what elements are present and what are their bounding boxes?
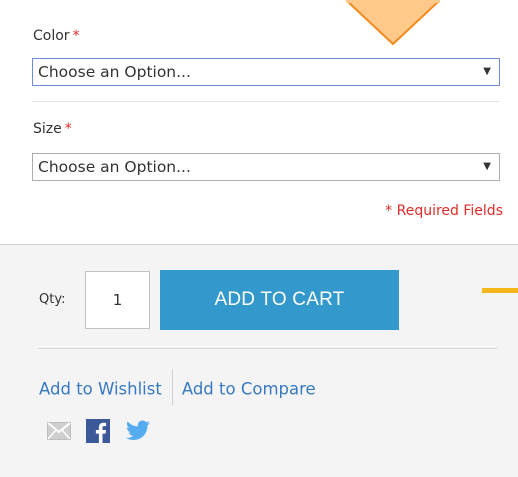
callout-dash (482, 288, 518, 293)
size-label: Size * (33, 121, 72, 137)
twitter-icon[interactable] (126, 420, 150, 441)
email-icon[interactable] (47, 422, 71, 440)
add-to-compare-link[interactable]: Add to Compare (182, 380, 316, 399)
size-select-value: Choose an Option... (38, 158, 191, 176)
color-required-mark: * (72, 28, 80, 44)
links-separator (171, 369, 173, 405)
color-select[interactable]: Choose an Option... ▼ (32, 58, 500, 86)
size-label-text: Size (33, 121, 62, 137)
product-options-panel: Color * Choose an Option... ▼ Size * Choos… (0, 0, 518, 244)
add-to-wishlist-link[interactable]: Add to Wishlist (39, 380, 162, 399)
callout-arrow-icon (346, 0, 440, 46)
qty-input[interactable]: 1 (85, 271, 150, 329)
add-to-cart-area: Qty: 1 ADD TO CART Add to Wishlist Add to… (0, 244, 518, 477)
facebook-icon[interactable] (86, 419, 110, 443)
qty-label: Qty: (39, 292, 66, 307)
color-label-text: Color (33, 28, 70, 44)
product-links: Add to Wishlist Add to Compare (39, 369, 316, 408)
color-label: Color * (33, 28, 80, 44)
size-select[interactable]: Choose an Option... ▼ (32, 153, 500, 181)
options-divider (32, 101, 500, 102)
size-required-mark: * (64, 121, 72, 137)
cart-divider (38, 348, 497, 349)
add-to-cart-button[interactable]: ADD TO CART (160, 270, 399, 330)
required-fields-note: * Required Fields (385, 203, 503, 219)
chevron-down-icon: ▼ (483, 66, 491, 77)
color-select-value: Choose an Option... (38, 63, 191, 81)
chevron-down-icon: ▼ (483, 161, 491, 172)
